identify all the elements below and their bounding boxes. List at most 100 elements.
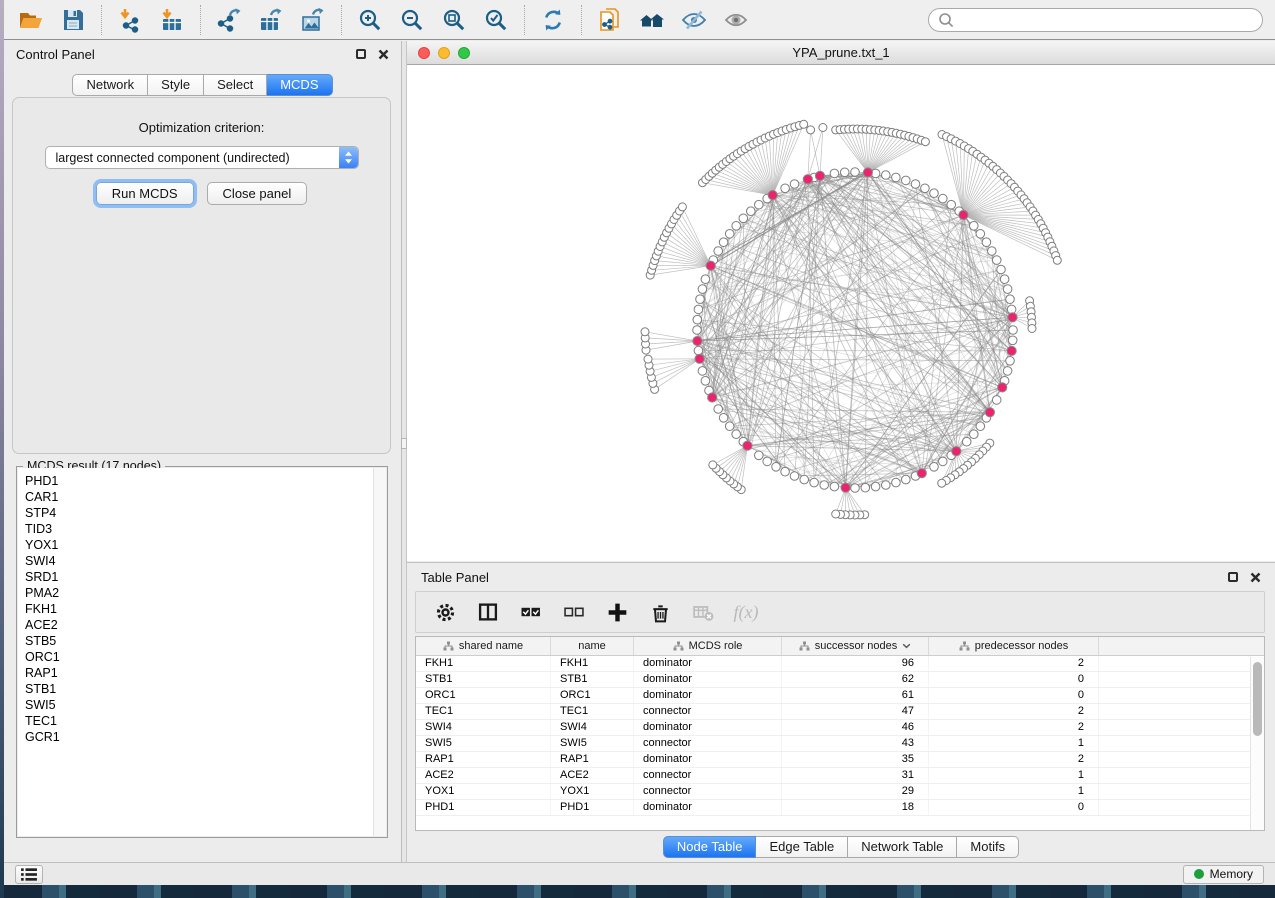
close-table-panel-icon[interactable] bbox=[1250, 572, 1261, 583]
mcds-result-item[interactable]: SWI4 bbox=[25, 553, 386, 569]
export-image-icon[interactable] bbox=[292, 3, 334, 37]
delete-row-icon[interactable] bbox=[648, 600, 672, 624]
table-row[interactable]: FKH1FKH1dominator962 bbox=[416, 656, 1264, 672]
table-row[interactable]: STB1STB1dominator620 bbox=[416, 672, 1264, 688]
select-all-icon[interactable] bbox=[519, 600, 543, 624]
network-graph bbox=[407, 65, 1275, 561]
network-canvas[interactable] bbox=[407, 65, 1275, 561]
mcds-result-item[interactable]: CAR1 bbox=[25, 489, 386, 505]
refresh-view-icon[interactable] bbox=[532, 3, 574, 37]
table-row[interactable]: ACE2ACE2connector311 bbox=[416, 768, 1264, 784]
table-row[interactable]: TEC1TEC1connector472 bbox=[416, 704, 1264, 720]
mcds-result-item[interactable]: STP4 bbox=[25, 505, 386, 521]
clear-selection-icon[interactable] bbox=[562, 600, 586, 624]
close-panel-icon[interactable] bbox=[378, 49, 389, 60]
cell-name: STB1 bbox=[551, 672, 634, 687]
add-row-icon[interactable] bbox=[605, 600, 629, 624]
mcds-result-item[interactable]: TEC1 bbox=[25, 713, 386, 729]
cell-predecessor-nodes: 2 bbox=[929, 752, 1099, 767]
mcds-result-scrollbar[interactable] bbox=[373, 468, 386, 836]
mcds-result-item[interactable]: SWI5 bbox=[25, 697, 386, 713]
window-maximize-icon[interactable] bbox=[458, 47, 470, 59]
tab-select[interactable]: Select bbox=[204, 74, 267, 96]
zoom-in-icon[interactable] bbox=[349, 3, 391, 37]
table-scrollbar-thumb[interactable] bbox=[1253, 662, 1262, 736]
column-header-predecessor-nodes[interactable]: predecessor nodes bbox=[929, 637, 1099, 655]
cell-name: TEC1 bbox=[551, 704, 634, 719]
run-mcds-button[interactable]: Run MCDS bbox=[96, 182, 194, 205]
table-row[interactable]: RAP1RAP1dominator352 bbox=[416, 752, 1264, 768]
cell-shared-name: RAP1 bbox=[416, 752, 551, 767]
show-all-nodes-icon[interactable] bbox=[631, 3, 673, 37]
memory-status-icon bbox=[1194, 869, 1204, 879]
import-network-icon[interactable] bbox=[109, 3, 151, 37]
optimization-criterion-select[interactable]: largest connected component (undirected) bbox=[45, 146, 359, 169]
cell-mcds-role: connector bbox=[634, 768, 782, 783]
float-panel-icon[interactable] bbox=[356, 49, 366, 59]
table-row[interactable]: SWI4SWI4dominator462 bbox=[416, 720, 1264, 736]
column-header-name[interactable]: name bbox=[551, 637, 634, 655]
cell-successor-nodes: 29 bbox=[782, 784, 929, 799]
cell-name: SWI5 bbox=[551, 736, 634, 751]
mcds-result-item[interactable]: STB5 bbox=[25, 633, 386, 649]
zoom-selected-icon[interactable] bbox=[475, 3, 517, 37]
mcds-result-item[interactable]: YOX1 bbox=[25, 537, 386, 553]
mcds-result-item[interactable]: ORC1 bbox=[25, 649, 386, 665]
zoom-fit-icon[interactable] bbox=[433, 3, 475, 37]
column-header-shared-name[interactable]: shared name bbox=[416, 637, 551, 655]
cell-name: SWI4 bbox=[551, 720, 634, 735]
mcds-result-item[interactable]: STB1 bbox=[25, 681, 386, 697]
table-panel-tabs: Node TableEdge TableNetwork TableMotifs bbox=[663, 836, 1019, 858]
table-tab-network-table[interactable]: Network Table bbox=[848, 836, 957, 858]
mcds-result-item[interactable]: GCR1 bbox=[25, 729, 386, 745]
window-minimize-icon[interactable] bbox=[438, 47, 450, 59]
search-input[interactable] bbox=[959, 13, 1253, 27]
search-icon bbox=[938, 12, 954, 28]
mcds-result-item[interactable]: RAP1 bbox=[25, 665, 386, 681]
cell-mcds-role: dominator bbox=[634, 720, 782, 735]
tab-mcds[interactable]: MCDS bbox=[267, 74, 332, 96]
memory-label: Memory bbox=[1210, 867, 1253, 881]
table-row[interactable]: SWI5SWI5connector431 bbox=[416, 736, 1264, 752]
table-panel: Table Panel bbox=[407, 562, 1275, 862]
float-table-panel-icon[interactable] bbox=[1228, 572, 1238, 582]
table-tab-node-table[interactable]: Node Table bbox=[663, 836, 757, 858]
table-row[interactable]: PHD1PHD1dominator180 bbox=[416, 800, 1264, 816]
new-network-from-selection-icon[interactable] bbox=[589, 3, 631, 37]
task-history-icon[interactable] bbox=[15, 865, 43, 884]
column-header-successor-nodes[interactable]: successor nodes bbox=[782, 637, 929, 655]
window-close-icon[interactable] bbox=[418, 47, 430, 59]
tab-style[interactable]: Style bbox=[148, 74, 204, 96]
mcds-result-item[interactable]: SRD1 bbox=[25, 569, 386, 585]
import-table-icon[interactable] bbox=[151, 3, 193, 37]
tab-network[interactable]: Network bbox=[72, 74, 148, 96]
close-panel-button[interactable]: Close panel bbox=[207, 182, 308, 205]
table-scrollbar[interactable] bbox=[1250, 657, 1264, 830]
show-hidden-icon[interactable] bbox=[715, 3, 757, 37]
network-view-panel: YPA_prune.txt_1 bbox=[407, 41, 1275, 561]
export-table-icon[interactable] bbox=[250, 3, 292, 37]
column-header-mcds-role[interactable]: MCDS role bbox=[634, 637, 782, 655]
table-tab-motifs[interactable]: Motifs bbox=[957, 836, 1019, 858]
table-row[interactable]: YOX1YOX1connector291 bbox=[416, 784, 1264, 800]
open-session-icon[interactable] bbox=[10, 3, 52, 37]
attribute-icon bbox=[799, 641, 810, 651]
gear-icon[interactable] bbox=[433, 600, 457, 624]
mcds-result-item[interactable]: PHD1 bbox=[25, 473, 386, 489]
mcds-result-item[interactable]: ACE2 bbox=[25, 617, 386, 633]
cell-shared-name: SWI4 bbox=[416, 720, 551, 735]
network-window-titlebar[interactable]: YPA_prune.txt_1 bbox=[407, 41, 1275, 65]
table-row[interactable]: ORC1ORC1dominator610 bbox=[416, 688, 1264, 704]
table-tab-edge-table[interactable]: Edge Table bbox=[756, 836, 848, 858]
zoom-out-icon[interactable] bbox=[391, 3, 433, 37]
show-columns-icon[interactable] bbox=[476, 600, 500, 624]
mcds-result-list[interactable]: PHD1CAR1STP4TID3YOX1SWI4SRD1PMA2FKH1ACE2… bbox=[18, 468, 386, 836]
mcds-result-item[interactable]: PMA2 bbox=[25, 585, 386, 601]
save-session-icon[interactable] bbox=[52, 3, 94, 37]
search-box[interactable] bbox=[928, 8, 1263, 32]
export-network-icon[interactable] bbox=[208, 3, 250, 37]
mcds-result-item[interactable]: TID3 bbox=[25, 521, 386, 537]
hide-selected-icon[interactable] bbox=[673, 3, 715, 37]
memory-button[interactable]: Memory bbox=[1183, 865, 1264, 884]
mcds-result-item[interactable]: FKH1 bbox=[25, 601, 386, 617]
